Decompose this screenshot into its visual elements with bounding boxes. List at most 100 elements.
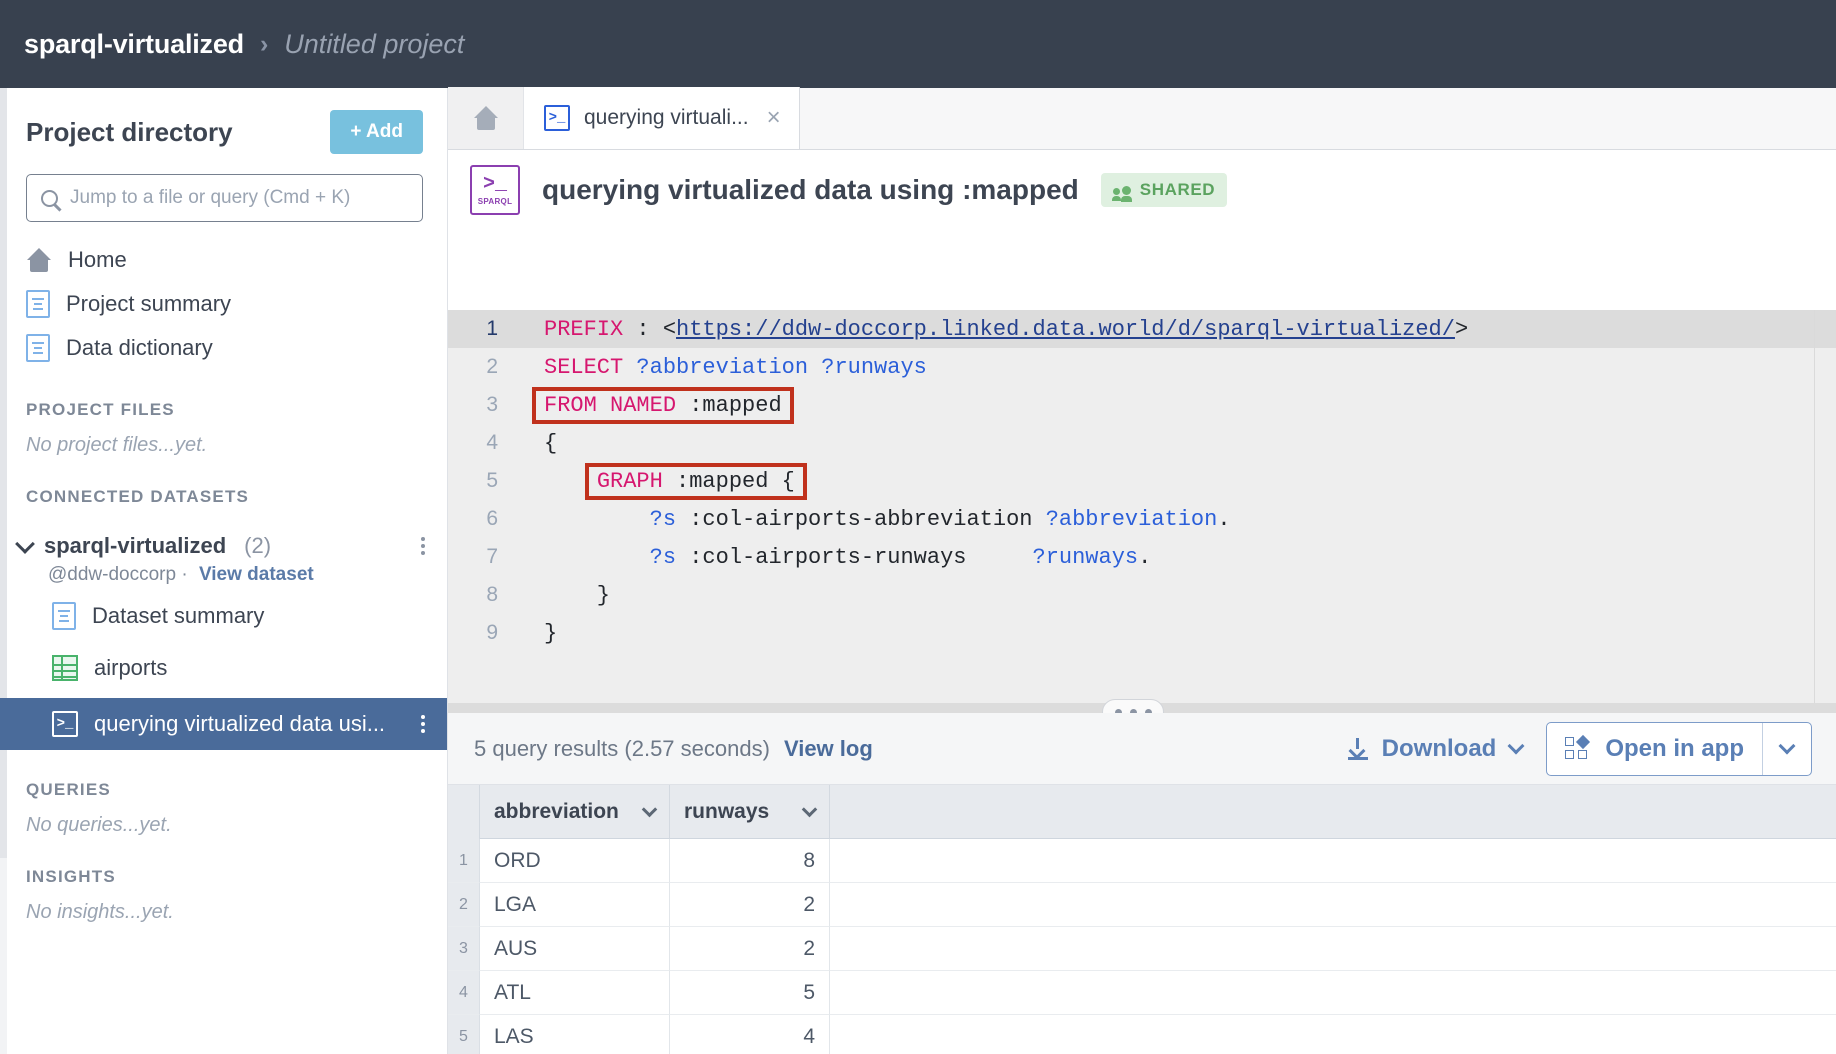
table-row[interactable]: 3 AUS 2 bbox=[448, 927, 1836, 971]
line-number: 9 bbox=[486, 621, 498, 644]
code-line[interactable]: 5 GRAPH :mapped { bbox=[448, 462, 1836, 500]
home-icon bbox=[26, 248, 52, 272]
chevron-down-icon[interactable] bbox=[801, 801, 818, 817]
sidebar-item-project-summary[interactable]: Project summary bbox=[0, 282, 447, 326]
code-text[interactable]: } bbox=[504, 583, 610, 608]
search-icon bbox=[41, 189, 58, 207]
code-line[interactable]: 6 ?s :col-airports-abbreviation ?abbrevi… bbox=[448, 500, 1836, 538]
code-text[interactable]: { bbox=[504, 431, 557, 456]
section-heading-connected-datasets: CONNECTED DATASETS bbox=[26, 487, 250, 506]
open-in-app-dropdown[interactable] bbox=[1762, 722, 1811, 775]
table-row[interactable]: 1 ORD 8 bbox=[448, 839, 1836, 883]
code-line[interactable]: 1 PREFIX : <https://ddw-doccorp.linked.da… bbox=[448, 310, 1836, 348]
dataset-item-label: querying virtualized data usi... bbox=[94, 711, 386, 736]
chevron-down-icon bbox=[1778, 737, 1796, 755]
dataset-item-query-selected[interactable]: >_ querying virtualized data usi... bbox=[0, 698, 447, 750]
sparql-code-editor[interactable]: 1 PREFIX : <https://ddw-doccorp.linked.da… bbox=[448, 310, 1836, 707]
sidebar-header: Project directory + Add bbox=[0, 88, 447, 154]
cell-abbreviation[interactable]: ORD bbox=[480, 839, 670, 883]
code-lines: 1 PREFIX : <https://ddw-doccorp.linked.da… bbox=[448, 310, 1836, 652]
sidebar-nav: Home Project summary Data dictionary bbox=[0, 238, 447, 370]
code-token: > bbox=[1454, 316, 1469, 342]
status-badge: SHARED bbox=[1100, 173, 1228, 207]
chevron-down-icon[interactable] bbox=[641, 801, 658, 817]
code-token: . bbox=[1138, 544, 1152, 570]
cell-runways[interactable]: 5 bbox=[670, 971, 830, 1015]
results-table: abbreviation runways 1 ORD 8 2 LGA 2 3 AUS 2 4 ATL… bbox=[448, 785, 1836, 1054]
code-line[interactable]: 8 } bbox=[448, 576, 1836, 614]
code-line[interactable]: 3 FROM NAMED :mapped bbox=[448, 386, 1836, 424]
code-text[interactable]: } bbox=[504, 621, 557, 646]
cell-runways[interactable]: 4 bbox=[670, 1015, 830, 1054]
code-line[interactable]: 7 ?s :col-airports-runways ?runways. bbox=[448, 538, 1836, 576]
table-row[interactable]: 2 LGA 2 bbox=[448, 883, 1836, 927]
open-in-app-button[interactable]: Open in app bbox=[1546, 721, 1812, 776]
dataset-item-airports[interactable]: airports bbox=[0, 646, 447, 690]
home-icon bbox=[473, 106, 499, 130]
view-log-link[interactable]: View log bbox=[784, 736, 873, 762]
section-heading-insights: INSIGHTS bbox=[26, 867, 116, 886]
code-token: { bbox=[544, 430, 558, 456]
toolbar-actions: Download Open in app bbox=[1347, 721, 1812, 776]
results-toolbar: 5 query results (2.57 seconds) View log … bbox=[448, 713, 1836, 785]
cell-abbreviation[interactable]: AUS bbox=[480, 927, 670, 971]
page-title: querying virtualized data using :mapped bbox=[542, 174, 1079, 205]
table-row[interactable]: 4 ATL 5 bbox=[448, 971, 1836, 1015]
code-text[interactable]: GRAPH :mapped { bbox=[504, 462, 807, 500]
cell-abbreviation[interactable]: LAS bbox=[480, 1015, 670, 1054]
results-count-label: 5 query results (2.57 seconds) bbox=[474, 735, 770, 761]
sidebar-item-data-dictionary[interactable]: Data dictionary bbox=[0, 326, 447, 370]
table-row[interactable]: 5 LAS 4 bbox=[448, 1015, 1836, 1054]
code-text[interactable]: ?s :col-airports-runways ?runways. bbox=[504, 544, 1152, 570]
breadcrumb-separator-icon: › bbox=[259, 29, 269, 58]
query-overflow-menu-icon[interactable] bbox=[421, 715, 425, 733]
code-fragment: PREFIX : <https://ddw-doccorp.linked.dat… bbox=[544, 317, 1468, 342]
cell-abbreviation[interactable]: LGA bbox=[480, 883, 670, 927]
line-number: 5 bbox=[486, 469, 498, 492]
table-body: 1 ORD 8 2 LGA 2 3 AUS 2 4 ATL 5 5 LAS 4 bbox=[448, 839, 1836, 1054]
cell-runways[interactable]: 8 bbox=[670, 839, 830, 883]
download-button[interactable]: Download bbox=[1347, 735, 1525, 763]
code-text[interactable]: FROM NAMED :mapped bbox=[504, 386, 794, 424]
search-input[interactable] bbox=[70, 187, 408, 209]
row-filler bbox=[830, 927, 1836, 971]
dataset-item-label: Dataset summary bbox=[92, 603, 265, 628]
column-header-abbreviation[interactable]: abbreviation bbox=[480, 785, 670, 839]
chevron-down-icon[interactable] bbox=[15, 534, 35, 554]
empty-state-queries: No queries...yet. bbox=[26, 814, 172, 836]
tab-home[interactable] bbox=[448, 87, 524, 149]
table-header-filler bbox=[830, 785, 1836, 839]
column-header-runways[interactable]: runways bbox=[670, 785, 830, 839]
apps-grid-icon bbox=[1565, 734, 1591, 761]
code-fragment: ?s :col-airports-abbreviation ?abbreviat… bbox=[544, 507, 1231, 532]
code-text[interactable]: SELECT ?abbreviation ?runways bbox=[504, 355, 927, 380]
open-in-app-main[interactable]: Open in app bbox=[1547, 723, 1762, 775]
code-fragment: SELECT ?abbreviation ?runways bbox=[544, 355, 927, 380]
dataset-name: sparql-virtualized bbox=[44, 533, 227, 558]
tab-query[interactable]: >_ querying virtuali... × bbox=[524, 87, 800, 149]
code-text[interactable]: PREFIX : <https://ddw-doccorp.linked.dat… bbox=[504, 317, 1468, 342]
code-line[interactable]: 2 SELECT ?abbreviation ?runways bbox=[448, 348, 1836, 386]
column-header-label: runways bbox=[684, 799, 770, 823]
dataset-item-dataset-summary[interactable]: Dataset summary bbox=[0, 594, 447, 638]
breadcrumb-root[interactable]: sparql-virtualized bbox=[24, 29, 244, 60]
add-button[interactable]: + Add bbox=[330, 110, 423, 154]
dataset-overflow-menu-icon[interactable] bbox=[421, 537, 425, 555]
code-line[interactable]: 4{ bbox=[448, 424, 1836, 462]
search-field[interactable] bbox=[26, 174, 423, 222]
dataset-expand-row[interactable]: sparql-virtualized (2) bbox=[0, 533, 447, 559]
chevron-down-icon[interactable] bbox=[1507, 737, 1525, 755]
cell-runways[interactable]: 2 bbox=[670, 927, 830, 971]
cell-runways[interactable]: 2 bbox=[670, 883, 830, 927]
code-line[interactable]: 9} bbox=[448, 614, 1836, 652]
close-icon[interactable]: × bbox=[767, 106, 781, 130]
code-fragment: { bbox=[544, 431, 557, 456]
cell-abbreviation[interactable]: ATL bbox=[480, 971, 670, 1015]
code-text[interactable]: ?s :col-airports-abbreviation ?abbreviat… bbox=[504, 507, 1231, 532]
sparql-icon-glyph: >_ bbox=[482, 172, 507, 196]
view-dataset-link[interactable]: View dataset bbox=[199, 564, 314, 585]
people-icon bbox=[1111, 185, 1132, 202]
sidebar-item-home[interactable]: Home bbox=[0, 238, 447, 282]
highlighted-code-fragment: FROM NAMED :mapped bbox=[532, 386, 794, 424]
breadcrumb-current[interactable]: Untitled project bbox=[284, 29, 464, 60]
